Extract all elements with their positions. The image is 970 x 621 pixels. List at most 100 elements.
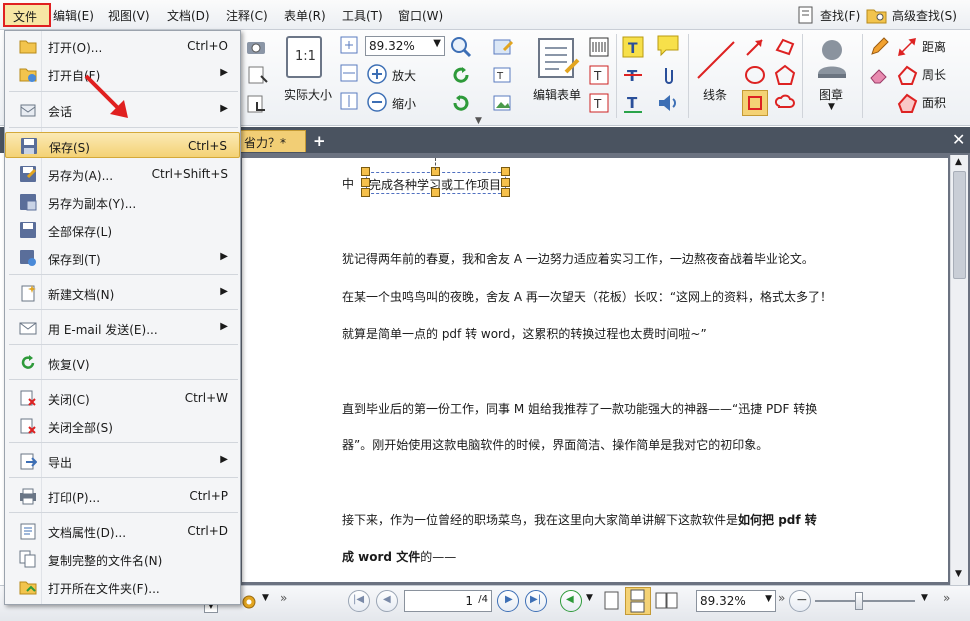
double-chevron-icon[interactable]: »: [280, 591, 287, 605]
back-view-button[interactable]: ◀: [560, 590, 582, 612]
chevron-down-icon[interactable]: ▼: [586, 593, 593, 603]
select-text-icon[interactable]: [245, 64, 269, 86]
perimeter-icon[interactable]: [896, 64, 918, 86]
note-icon[interactable]: [656, 34, 682, 58]
gear-icon[interactable]: [238, 591, 260, 613]
underline-icon[interactable]: T: [622, 92, 644, 114]
chevron-down-icon[interactable]: ▼: [262, 593, 269, 603]
menu-item-close[interactable]: 关闭(C) Ctrl+W: [5, 385, 240, 411]
status-zoom-select[interactable]: 89.32% ▼: [696, 590, 776, 612]
menu-item-open-folder[interactable]: 打开所在文件夹(F)...: [5, 574, 240, 600]
text-field-icon[interactable]: T: [492, 64, 516, 86]
stamp-icon[interactable]: [812, 36, 852, 80]
menu-item-email[interactable]: 用 E-mail 发送(E)... ▶: [5, 315, 240, 341]
zoom-slider-track[interactable]: [815, 600, 915, 602]
zoom-out-label[interactable]: 缩小: [392, 95, 416, 112]
zoom-out-icon[interactable]: [366, 91, 388, 113]
menu-view[interactable]: 视图(V): [108, 7, 150, 24]
prev-page-button[interactable]: ◀: [376, 590, 398, 612]
menu-window[interactable]: 窗口(W): [398, 7, 443, 24]
resize-handle[interactable]: [501, 188, 510, 197]
resize-handle[interactable]: [501, 167, 510, 176]
hand-tool-icon[interactable]: [245, 92, 269, 114]
polygon-line-tool-icon[interactable]: [774, 36, 796, 58]
continuous-page-button[interactable]: [625, 587, 651, 615]
collapse-ribbon-icon[interactable]: ▼: [475, 116, 482, 126]
callout-icon[interactable]: T: [588, 92, 610, 114]
line-tool-icon[interactable]: [694, 38, 738, 82]
pencil-icon[interactable]: [868, 36, 890, 58]
rotate-left-icon[interactable]: [450, 64, 472, 86]
cloud-tool-icon[interactable]: [774, 92, 796, 114]
double-chevron-icon[interactable]: »: [778, 591, 785, 605]
eraser-icon[interactable]: [868, 64, 890, 86]
menu-item-close-all[interactable]: 关闭全部(S): [5, 413, 240, 439]
polygon-tool-icon[interactable]: [774, 64, 796, 86]
resize-handle[interactable]: [431, 188, 440, 197]
camera-icon[interactable]: [245, 36, 267, 58]
chevron-down-icon[interactable]: ▼: [921, 593, 928, 603]
strikeout-icon[interactable]: T: [622, 64, 644, 86]
actual-size-icon[interactable]: 1:1: [286, 36, 322, 78]
edit-form-icon[interactable]: [536, 36, 582, 80]
menu-item-save-to[interactable]: 保存到(T) ▶: [5, 245, 240, 271]
resize-handle[interactable]: [361, 178, 370, 187]
zoom-slider-thumb[interactable]: [855, 592, 863, 610]
menu-item-save-copy[interactable]: 另存为副本(Y)...: [5, 189, 240, 215]
menu-form[interactable]: 表单(R): [284, 7, 326, 24]
distance-label[interactable]: 距离: [922, 38, 946, 55]
scroll-thumb[interactable]: [953, 171, 966, 279]
menu-item-open[interactable]: 打开(O)... Ctrl+O: [5, 33, 240, 59]
menu-item-properties[interactable]: 文档属性(D)... Ctrl+D: [5, 518, 240, 544]
area-icon[interactable]: [896, 92, 918, 114]
single-page-icon[interactable]: [602, 590, 622, 612]
menu-tools[interactable]: 工具(T): [342, 7, 383, 24]
typewriter-icon[interactable]: T: [588, 64, 610, 86]
menu-document[interactable]: 文档(D): [167, 7, 210, 24]
menu-file[interactable]: 文件: [3, 3, 51, 27]
search-button[interactable]: 查找(F): [796, 4, 860, 26]
new-tab-icon[interactable]: +: [313, 132, 326, 150]
last-page-button[interactable]: ▶|: [525, 590, 547, 612]
chevron-down-icon[interactable]: ▼: [828, 102, 835, 112]
menu-item-save-as[interactable]: 另存为(A)... Ctrl+Shift+S: [5, 161, 240, 187]
zoom-select[interactable]: 89.32% ▼: [365, 36, 445, 56]
resize-handle[interactable]: [501, 178, 510, 187]
first-page-button[interactable]: |◀: [348, 590, 370, 612]
document-tab[interactable]: 省力？*: [240, 130, 306, 152]
menu-item-print[interactable]: 打印(P)... Ctrl+P: [5, 483, 240, 509]
page-number-input[interactable]: 1 /4: [404, 590, 492, 612]
menu-item-save-all[interactable]: 全部保存(L): [5, 217, 240, 243]
area-label[interactable]: 面积: [922, 94, 946, 111]
zoom-tool-icon[interactable]: [450, 36, 472, 58]
image-field-icon[interactable]: [492, 92, 516, 114]
scroll-up-icon[interactable]: ▲: [955, 157, 962, 167]
fit-visible-icon[interactable]: [340, 92, 358, 110]
close-tab-icon[interactable]: ✕: [952, 130, 965, 149]
menu-item-revert[interactable]: 恢复(V): [5, 350, 240, 376]
ellipse-tool-icon[interactable]: [744, 64, 766, 86]
menu-item-new-document[interactable]: 新建文档(N) ▶: [5, 280, 240, 306]
resize-handle[interactable]: [361, 167, 370, 176]
advanced-search-button[interactable]: 高级查找(S): [866, 4, 957, 26]
menu-edit[interactable]: 编辑(E): [53, 7, 94, 24]
rotate-right-icon[interactable]: [450, 92, 472, 114]
sound-icon[interactable]: [656, 92, 680, 114]
barcode-icon[interactable]: [588, 36, 610, 58]
menu-item-export[interactable]: 导出 ▶: [5, 448, 240, 474]
resize-handle[interactable]: [361, 188, 370, 197]
next-page-button[interactable]: ▶: [497, 590, 519, 612]
zoom-out-status-button[interactable]: −: [789, 590, 811, 612]
facing-page-icon[interactable]: [654, 590, 680, 612]
vertical-scrollbar[interactable]: ▲ ▼: [950, 155, 968, 585]
form-tool-icon[interactable]: [492, 36, 516, 58]
rectangle-tool-icon[interactable]: [742, 90, 768, 116]
double-chevron-icon[interactable]: »: [943, 591, 950, 605]
fit-page-icon[interactable]: [340, 36, 358, 54]
highlight-text-icon[interactable]: T: [622, 36, 644, 58]
perimeter-label[interactable]: 周长: [922, 66, 946, 83]
menu-comment[interactable]: 注释(C): [226, 7, 268, 24]
scroll-down-icon[interactable]: ▼: [955, 569, 962, 579]
menu-item-save[interactable]: 保存(S) Ctrl+S: [5, 132, 240, 158]
arrow-tool-icon[interactable]: [744, 36, 766, 58]
